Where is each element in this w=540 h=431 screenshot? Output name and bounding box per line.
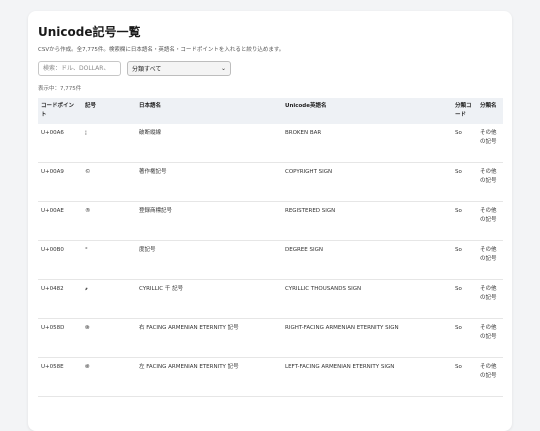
cell-codepoint: U+058D [38,318,82,358]
cell-codepoint: U+00AE [38,201,82,241]
table-row[interactable]: U+0482 ҂ CYRILLIC 千 記号 CYRILLIC THOUSAND… [38,279,503,319]
cell-japanese-name: 著作権記号 [136,162,282,202]
cell-unicode-name: RIGHT-FACING ARMENIAN ETERNITY SIGN [282,318,452,358]
cell-category-code: So [452,279,477,319]
cell-category-name: その他の記号 [477,240,503,280]
cell-symbol: © [82,162,136,202]
cell-symbol: ֍ [82,318,136,358]
cell-category-code: So [452,201,477,241]
table-row[interactable]: U+058D ֍ 右 FACING ARMENIAN ETERNITY 記号 R… [38,318,503,358]
cell-category-name: その他の記号 [477,124,503,163]
cell-japanese-name: 登録商標記号 [136,201,282,241]
cell-codepoint: U+0482 [38,279,82,319]
table-row[interactable]: U+00A6 ¦ 破断縦線 BROKEN BAR So その他の記号 [38,124,503,163]
search-input[interactable] [38,61,121,76]
cell-category-code: So [452,357,477,397]
cell-category-name: その他の記号 [477,201,503,241]
column-header-category-name[interactable]: 分類名 [477,98,503,124]
cell-japanese-name: 度記号 [136,240,282,280]
cell-category-code: So [452,240,477,280]
cell-japanese-name: 左 FACING ARMENIAN ETERNITY 記号 [136,357,282,397]
cell-unicode-name: CYRILLIC THOUSANDS SIGN [282,279,452,319]
symbol-table: コードポイント 記号 日本語名 Unicode英語名 分類コード 分類名 U+0… [38,98,503,397]
cell-category-name: その他の記号 [477,279,503,319]
cell-category-name: その他の記号 [477,357,503,397]
cell-codepoint: U+00A6 [38,124,82,163]
cell-codepoint: U+00A9 [38,162,82,202]
cell-unicode-name: REGISTERED SIGN [282,201,452,241]
cell-japanese-name: 右 FACING ARMENIAN ETERNITY 記号 [136,318,282,358]
table-header-row: コードポイント 記号 日本語名 Unicode英語名 分類コード 分類名 [38,98,503,124]
cell-symbol: ҂ [82,279,136,319]
result-count: 表示中：7,775件 [38,86,82,92]
column-header-unicode-name[interactable]: Unicode英語名 [282,98,452,124]
table-row[interactable]: U+00B0 ° 度記号 DEGREE SIGN So その他の記号 [38,240,503,280]
table-row[interactable]: U+058E ֎ 左 FACING ARMENIAN ETERNITY 記号 L… [38,357,503,397]
cell-category-code: So [452,162,477,202]
cell-symbol: ֎ [82,357,136,397]
cell-symbol: ¦ [82,124,136,163]
page-title: Unicode記号一覧 [38,25,141,39]
category-filter-select[interactable]: 分類すべて ⌄ [127,61,231,76]
cell-unicode-name: LEFT-FACING ARMENIAN ETERNITY SIGN [282,357,452,397]
cell-codepoint: U+058E [38,357,82,397]
cell-unicode-name: BROKEN BAR [282,124,452,163]
cell-unicode-name: COPYRIGHT SIGN [282,162,452,202]
cell-japanese-name: 破断縦線 [136,124,282,163]
column-header-codepoint[interactable]: コードポイント [38,98,82,124]
chevron-down-icon: ⌄ [220,65,226,72]
column-header-symbol[interactable]: 記号 [82,98,136,124]
cell-unicode-name: DEGREE SIGN [282,240,452,280]
table-row[interactable]: U+00A9 © 著作権記号 COPYRIGHT SIGN So その他の記号 [38,162,503,202]
cell-japanese-name: CYRILLIC 千 記号 [136,279,282,319]
cell-category-code: So [452,318,477,358]
column-header-category-code[interactable]: 分類コード [452,98,477,124]
cell-symbol: ® [82,201,136,241]
main-card: Unicode記号一覧 CSVから作成。全7,775件。検索欄に日本語名・英語名… [28,11,512,431]
cell-category-name: その他の記号 [477,318,503,358]
cell-codepoint: U+00B0 [38,240,82,280]
column-header-japanese-name[interactable]: 日本語名 [136,98,282,124]
cell-category-code: So [452,124,477,163]
cell-symbol: ° [82,240,136,280]
cell-category-name: その他の記号 [477,162,503,202]
table-row[interactable]: U+00AE ® 登録商標記号 REGISTERED SIGN So その他の記… [38,201,503,241]
category-filter-value: 分類すべて [132,66,162,73]
page-description: CSVから作成。全7,775件。検索欄に日本語名・英語名・コードポイントを入れる… [38,47,285,53]
